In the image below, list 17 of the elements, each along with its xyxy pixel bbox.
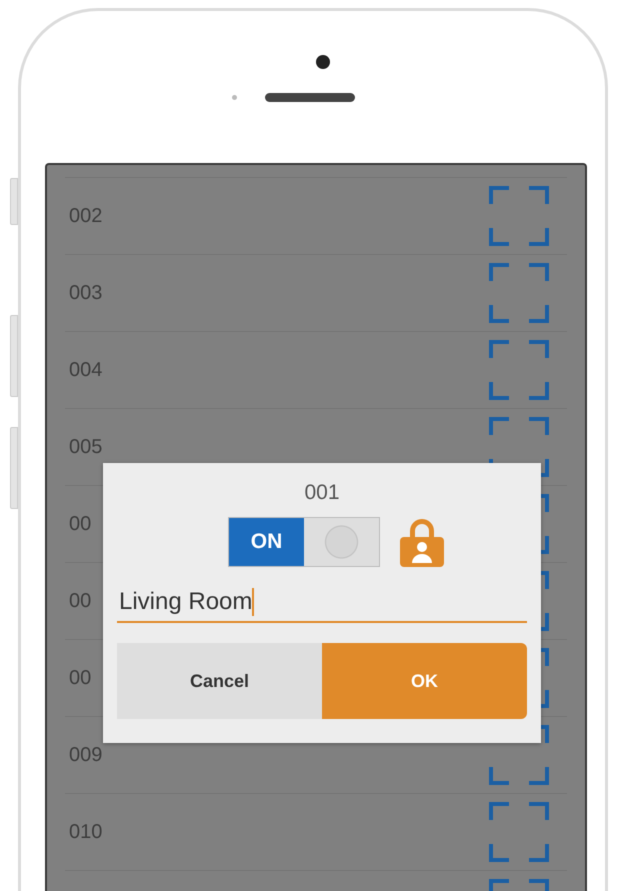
name-input-field[interactable]: Living Room [117, 583, 527, 623]
speaker-icon [264, 93, 354, 102]
row-label: 00 [69, 512, 92, 536]
row-label: 00 [69, 666, 92, 690]
row-label: 00 [69, 590, 92, 612]
row-label: 003 [69, 282, 102, 304]
camera-icon [316, 55, 330, 69]
row-label: 009 [69, 744, 102, 766]
dialog-title: 001 [304, 481, 340, 505]
row-label: 002 [69, 204, 102, 228]
lock-icon[interactable] [398, 517, 446, 567]
cancel-button[interactable]: Cancel [117, 643, 322, 719]
row-label: 004 [69, 358, 102, 382]
sensor-icon [232, 95, 236, 100]
row-label: 005 [69, 436, 102, 458]
row-label: 010 [69, 820, 102, 844]
toggle-switch[interactable]: ON [228, 517, 380, 567]
